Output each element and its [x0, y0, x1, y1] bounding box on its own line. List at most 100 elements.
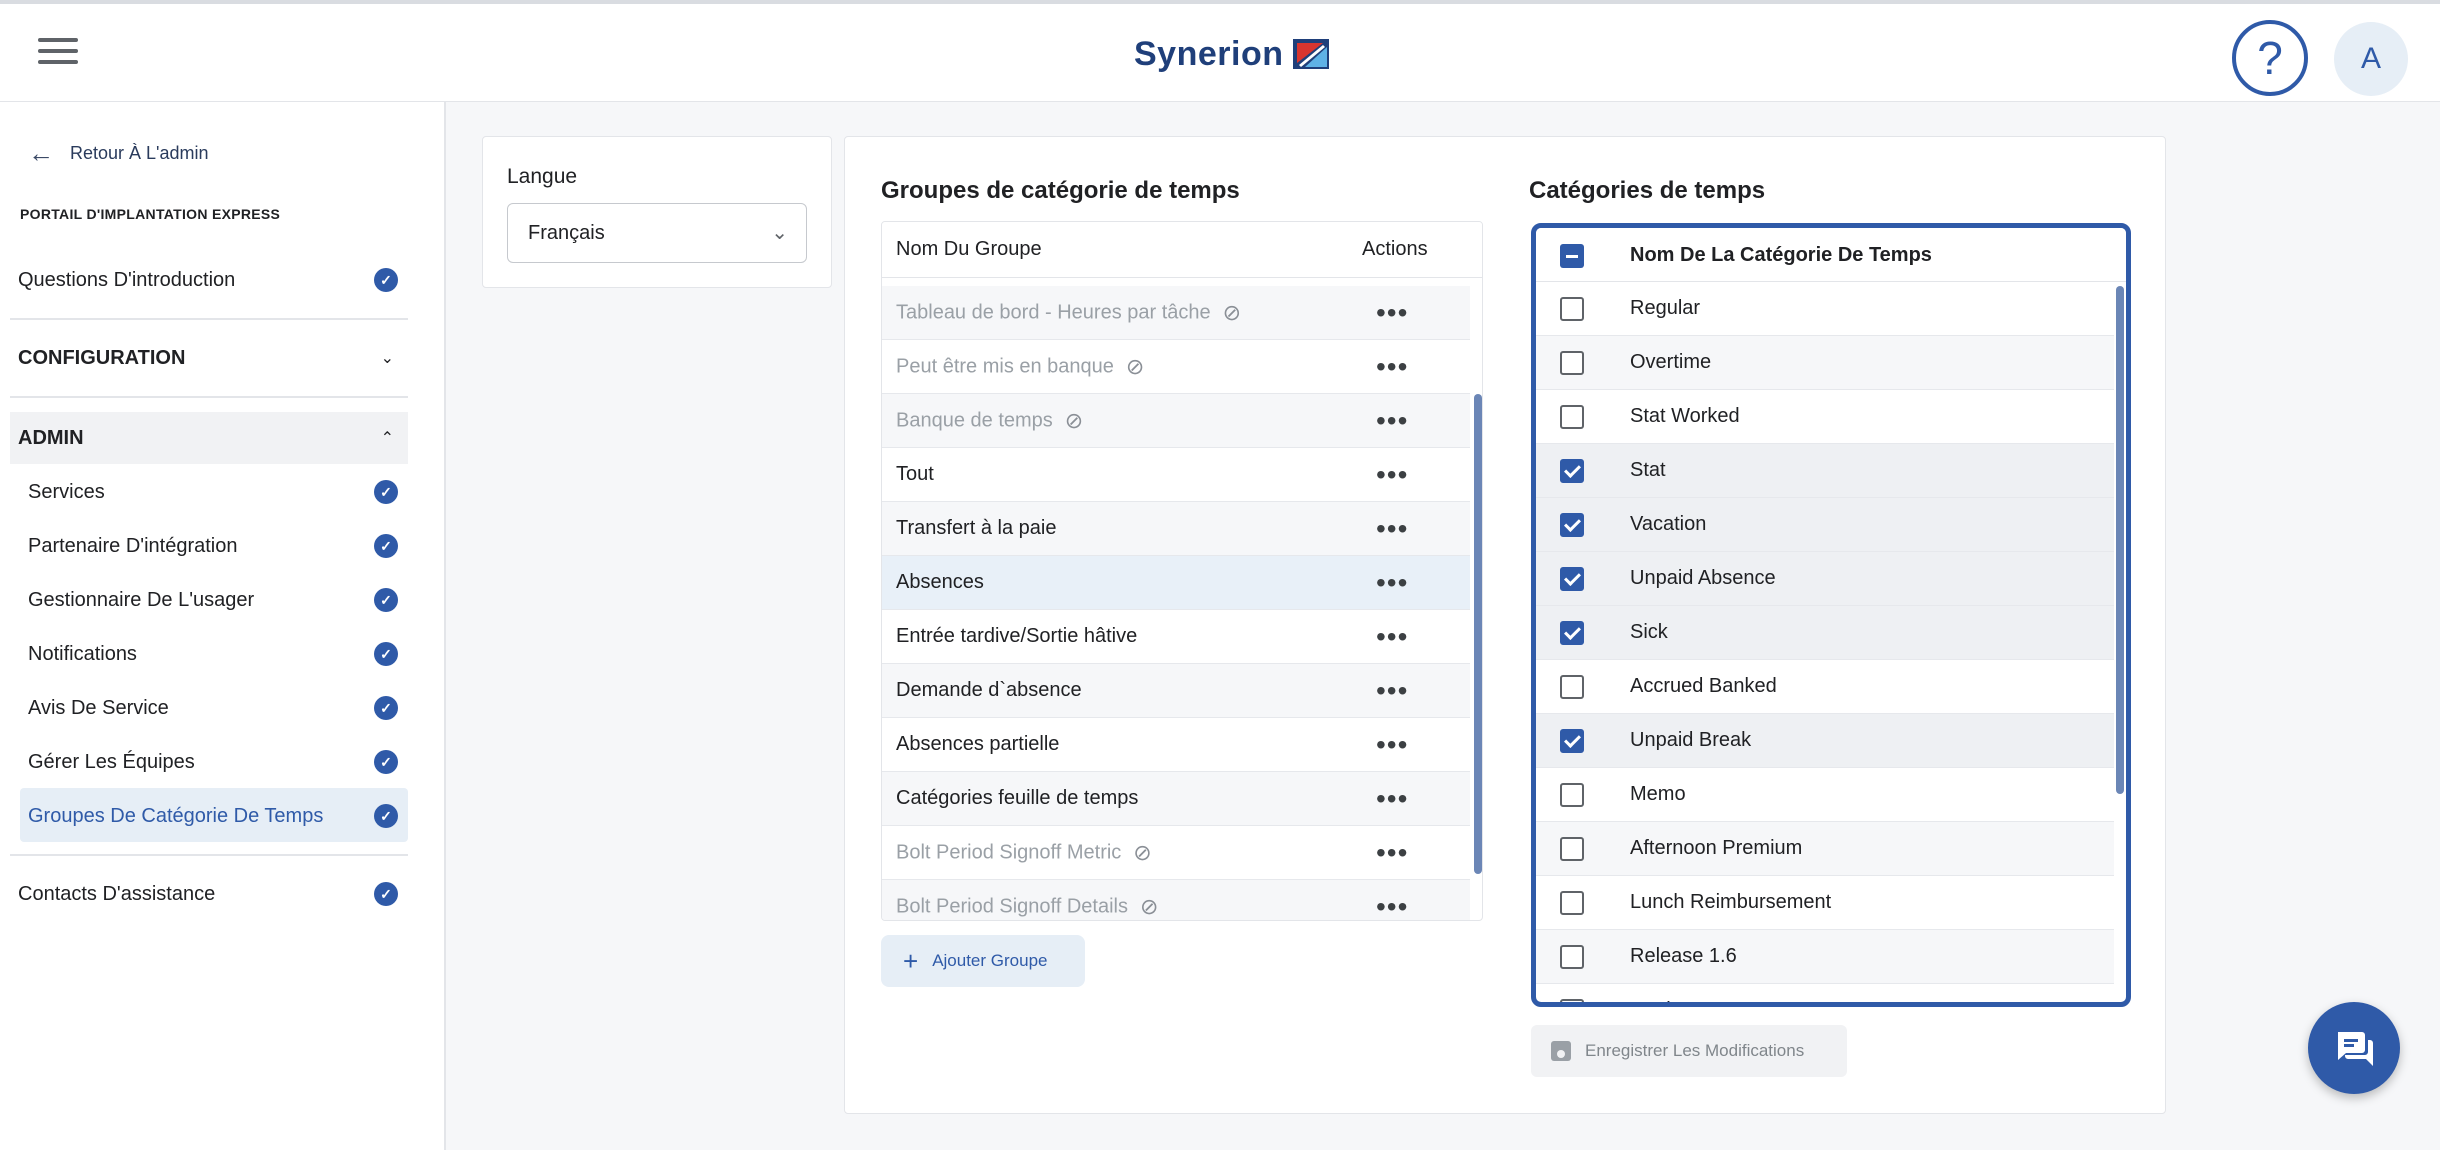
sidebar-item-manage-teams[interactable]: Gérer Les Équipes ✓ — [10, 736, 408, 788]
table-row-selected[interactable]: Absences ••• — [882, 556, 1470, 610]
category-checkbox[interactable] — [1560, 405, 1584, 429]
more-horizontal-icon[interactable]: ••• — [1376, 676, 1408, 704]
category-checkbox[interactable] — [1560, 783, 1584, 807]
category-checkbox-checked[interactable] — [1560, 513, 1584, 537]
add-group-button[interactable]: + Ajouter Groupe — [881, 935, 1085, 987]
eye-off-icon: ⊘ — [1064, 407, 1084, 433]
table-row[interactable]: Bolt Period Signoff Metric ⊘ ••• — [882, 826, 1470, 880]
category-checkbox[interactable] — [1560, 999, 1584, 1002]
sidebar-item-integration-partner[interactable]: Partenaire D'intégration ✓ — [10, 520, 408, 572]
more-horizontal-icon[interactable]: ••• — [1376, 730, 1408, 758]
category-checkbox[interactable] — [1560, 297, 1584, 321]
group-name: Demande d`absence — [896, 679, 1082, 701]
category-row[interactable]: Unpaid Break — [1536, 714, 2114, 768]
sidebar-item-services[interactable]: Services ✓ — [10, 466, 408, 518]
category-name: Stat Worked — [1630, 405, 1740, 427]
chevron-up-icon: ⌃ — [380, 430, 394, 447]
table-row[interactable]: Tout ••• — [882, 448, 1470, 502]
table-row[interactable]: Bolt Period Signoff Details ⊘ ••• — [882, 880, 1470, 920]
more-horizontal-icon[interactable]: ••• — [1376, 406, 1408, 434]
sidebar-item-notifications[interactable]: Notifications ✓ — [10, 628, 408, 680]
help-button[interactable]: ? — [2232, 20, 2308, 96]
category-row[interactable]: Lunch Reimbursement — [1536, 876, 2114, 930]
more-horizontal-icon[interactable]: ••• — [1376, 784, 1408, 812]
category-row[interactable]: Work Parts — [1536, 984, 2114, 1002]
groups-scrollbar[interactable] — [1474, 394, 1482, 874]
category-checkbox-checked[interactable] — [1560, 567, 1584, 591]
table-row[interactable]: Banque de temps ⊘ ••• — [882, 394, 1470, 448]
table-row[interactable]: Tableau de bord - Heures par tâche ⊘ ••• — [882, 286, 1470, 340]
category-row[interactable]: Overtime — [1536, 336, 2114, 390]
group-name: Peut être mis en banque ⊘ — [896, 353, 1145, 379]
categories-title: Catégories de temps — [1529, 177, 1766, 204]
sidebar-item-label: Groupes De Catégorie De Temps — [28, 804, 324, 827]
sidebar-item-intro[interactable]: Questions D'introduction ✓ — [10, 254, 408, 306]
table-row[interactable]: Catégories feuille de temps ••• — [882, 772, 1470, 826]
table-row[interactable]: Absences partielle ••• — [882, 718, 1470, 772]
table-row[interactable]: Demande d`absence ••• — [882, 664, 1470, 718]
sidebar-item-support-contacts[interactable]: Contacts D'assistance ✓ — [10, 868, 408, 920]
arrow-left-icon: ← — [28, 138, 54, 168]
select-all-checkbox[interactable] — [1560, 244, 1584, 268]
divider — [10, 318, 408, 320]
avatar[interactable]: A — [2334, 22, 2408, 96]
categories-scrollbar[interactable] — [2116, 286, 2124, 794]
more-horizontal-icon[interactable]: ••• — [1376, 838, 1408, 866]
chat-icon — [2338, 1032, 2373, 1066]
category-name: Vacation — [1630, 513, 1707, 535]
category-checkbox[interactable] — [1560, 891, 1584, 915]
category-name: Overtime — [1630, 351, 1712, 373]
chat-button[interactable] — [2308, 1002, 2400, 1094]
category-row[interactable]: Vacation — [1536, 498, 2114, 552]
category-name: Stat — [1630, 459, 1666, 481]
category-row[interactable]: Regular — [1536, 282, 2114, 336]
category-checkbox[interactable] — [1560, 351, 1584, 375]
plus-icon: + — [903, 945, 919, 976]
hamburger-icon[interactable] — [38, 38, 78, 68]
sidebar-item-time-category-groups[interactable]: Groupes De Catégorie De Temps ✓ — [10, 790, 408, 842]
more-horizontal-icon[interactable]: ••• — [1376, 622, 1408, 650]
sidebar-item-service-notice[interactable]: Avis De Service ✓ — [10, 682, 408, 734]
logo-text: Synerion — [1134, 34, 1284, 73]
category-row[interactable]: Stat — [1536, 444, 2114, 498]
category-row[interactable]: Unpaid Absence — [1536, 552, 2114, 606]
language-select[interactable]: Français ⌄ — [507, 203, 807, 263]
category-checkbox[interactable] — [1560, 837, 1584, 861]
table-row[interactable]: Peut être mis en banque ⊘ ••• — [882, 340, 1470, 394]
category-checkbox[interactable] — [1560, 945, 1584, 969]
category-name: Unpaid Break — [1630, 729, 1752, 751]
check-circle-icon: ✓ — [374, 642, 398, 666]
more-horizontal-icon[interactable]: ••• — [1376, 514, 1408, 542]
category-name: Memo — [1630, 783, 1686, 805]
eye-off-icon: ⊘ — [1133, 839, 1152, 865]
more-horizontal-icon[interactable]: ••• — [1376, 568, 1408, 596]
groups-table-header: Nom Du Groupe Actions — [882, 222, 1482, 278]
more-horizontal-icon[interactable]: ••• — [1376, 352, 1408, 380]
table-row[interactable]: Transfert à la paie ••• — [882, 502, 1470, 556]
save-changes-button[interactable]: Enregistrer Les Modifications — [1531, 1025, 1847, 1077]
category-row[interactable]: Accrued Banked — [1536, 660, 2114, 714]
eye-off-icon: ⊘ — [1125, 353, 1145, 379]
category-checkbox-checked[interactable] — [1560, 621, 1584, 645]
sidebar-item-label: Gérer Les Équipes — [28, 750, 195, 773]
category-row[interactable]: Memo — [1536, 768, 2114, 822]
category-row[interactable]: Afternoon Premium — [1536, 822, 2114, 876]
more-horizontal-icon[interactable]: ••• — [1376, 460, 1408, 488]
check-circle-icon: ✓ — [374, 480, 398, 504]
sidebar-section-admin[interactable]: ADMIN ⌃ — [10, 412, 408, 464]
category-checkbox-checked[interactable] — [1560, 729, 1584, 753]
sidebar-item-user-manager[interactable]: Gestionnaire De L'usager ✓ — [10, 574, 408, 626]
sidebar-section-configuration[interactable]: CONFIGURATION ⌄ — [10, 332, 408, 384]
category-row[interactable]: Release 1.6 — [1536, 930, 2114, 984]
category-row[interactable]: Sick — [1536, 606, 2114, 660]
back-to-admin-link[interactable]: ← Retour À L'admin — [28, 138, 209, 169]
table-row[interactable]: Entrée tardive/Sortie hâtive ••• — [882, 610, 1470, 664]
more-horizontal-icon[interactable]: ••• — [1376, 298, 1408, 326]
divider — [10, 854, 408, 856]
groups-table: Nom Du Groupe Actions Tableau de bord - … — [881, 221, 1483, 921]
more-horizontal-icon[interactable]: ••• — [1376, 892, 1408, 920]
category-checkbox-checked[interactable] — [1560, 459, 1584, 483]
category-checkbox[interactable] — [1560, 675, 1584, 699]
category-name: Work Parts — [1630, 999, 1729, 1002]
category-row[interactable]: Stat Worked — [1536, 390, 2114, 444]
